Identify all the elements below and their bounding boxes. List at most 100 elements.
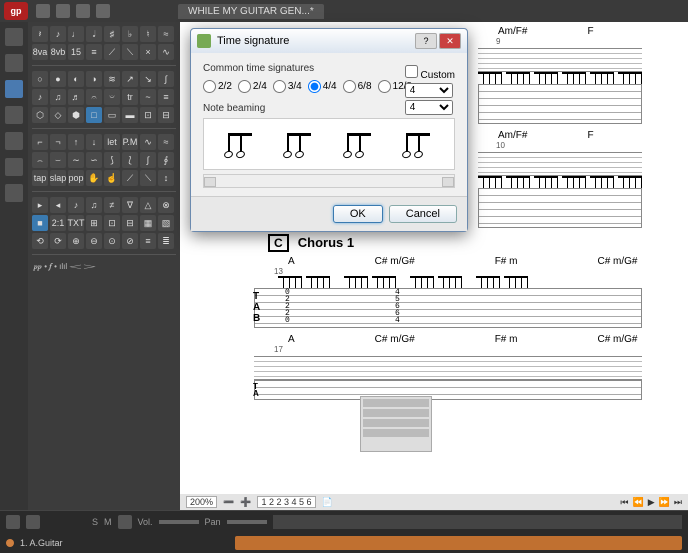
add-track-icon[interactable] bbox=[6, 515, 20, 529]
eq-icon[interactable] bbox=[118, 515, 132, 529]
tool-icon[interactable]: ▸ bbox=[32, 197, 48, 213]
tool-icon[interactable]: ≡ bbox=[158, 89, 174, 105]
tool-icon[interactable]: ≠ bbox=[104, 197, 120, 213]
tool-icon[interactable]: ≈ bbox=[158, 134, 174, 150]
tool-icon[interactable]: 𝅗𝅥 bbox=[86, 26, 102, 42]
track-thumbnail[interactable] bbox=[360, 396, 432, 452]
tool-icon[interactable]: 2:1 bbox=[50, 215, 66, 231]
tool-icon[interactable]: ~ bbox=[140, 89, 156, 105]
tool-icon[interactable]: ↓ bbox=[86, 134, 102, 150]
tool-icon[interactable]: ♪ bbox=[50, 26, 66, 42]
mic-icon[interactable] bbox=[5, 184, 23, 202]
tool-icon[interactable]: ≋ bbox=[104, 71, 120, 87]
tool-icon[interactable]: 8va bbox=[32, 44, 48, 60]
dialog-titlebar[interactable]: Time signature ? ✕ bbox=[191, 29, 467, 53]
toolbar-icon[interactable] bbox=[56, 4, 70, 18]
tool-icon[interactable]: ♭ bbox=[122, 26, 138, 42]
tool-icon[interactable]: ⌢ bbox=[32, 152, 48, 168]
forward-icon[interactable]: ⏩ bbox=[659, 497, 670, 508]
tool-icon[interactable]: ⟲ bbox=[32, 233, 48, 249]
circle-icon[interactable] bbox=[5, 158, 23, 176]
tool-icon[interactable]: ◇ bbox=[50, 107, 66, 123]
tool-icon[interactable]: ♫ bbox=[50, 89, 66, 105]
tool-icon[interactable]: ⟋ bbox=[104, 44, 120, 60]
sig-option-4-4[interactable]: 4/4 bbox=[308, 80, 337, 93]
tool-icon[interactable]: ↕ bbox=[158, 170, 174, 186]
custom-checkbox[interactable]: Custom bbox=[405, 70, 455, 81]
tool-icon[interactable]: ⊘ bbox=[122, 233, 138, 249]
zoom-in-icon[interactable]: ➕ bbox=[240, 497, 251, 508]
tool-icon[interactable]: ∼ bbox=[68, 152, 84, 168]
tool-icon[interactable]: ≣ bbox=[158, 233, 174, 249]
custom-denominator[interactable]: 4 bbox=[405, 100, 453, 115]
tool-icon[interactable]: △ bbox=[140, 197, 156, 213]
tool-icon[interactable]: ⊙ bbox=[104, 233, 120, 249]
track-name[interactable]: 1. A.Guitar bbox=[20, 538, 63, 548]
skip-fwd-icon[interactable]: ⏭ bbox=[674, 497, 682, 508]
guitar-icon[interactable] bbox=[5, 54, 23, 72]
tool-icon[interactable]: ⊞ bbox=[86, 215, 102, 231]
sig-option-2-4[interactable]: 2/4 bbox=[238, 80, 267, 93]
tool-icon[interactable]: ⟍ bbox=[140, 170, 156, 186]
tool-icon[interactable]: ⬡ bbox=[32, 107, 48, 123]
zoom-percent[interactable]: 200% bbox=[186, 496, 217, 508]
tool-icon[interactable]: ⟍ bbox=[122, 44, 138, 60]
tool-icon[interactable]: ≡ bbox=[86, 44, 102, 60]
tool-icon[interactable]: ⌣ bbox=[50, 152, 66, 168]
tool-icon[interactable]: ≡ bbox=[140, 233, 156, 249]
mute-label[interactable]: M bbox=[104, 517, 112, 527]
rewind-icon[interactable]: ⏪ bbox=[633, 497, 644, 508]
tool-icon[interactable]: slap bbox=[50, 170, 66, 186]
tool-icon[interactable]: ⊡ bbox=[140, 107, 156, 123]
sig-option-3-4[interactable]: 3/4 bbox=[273, 80, 302, 93]
tool-icon[interactable]: ∫ bbox=[140, 152, 156, 168]
tool-icon[interactable]: ∽ bbox=[86, 152, 102, 168]
chord-icon[interactable] bbox=[5, 132, 23, 150]
edit-icon[interactable] bbox=[5, 80, 23, 98]
tool-icon[interactable]: ■ bbox=[32, 215, 48, 231]
tool-icon[interactable]: ⟋ bbox=[122, 170, 138, 186]
tool-icon[interactable]: ♫ bbox=[86, 197, 102, 213]
tool-icon[interactable]: ⟅ bbox=[122, 152, 138, 168]
solo-label[interactable]: S bbox=[92, 517, 98, 527]
tool-icon[interactable]: ⟳ bbox=[50, 233, 66, 249]
custom-numerator[interactable]: 4 bbox=[405, 83, 453, 98]
tool-icon[interactable]: ∫ bbox=[158, 71, 174, 87]
tool-icon[interactable]: ♬ bbox=[68, 89, 84, 105]
tool-icon[interactable]: ∿ bbox=[140, 134, 156, 150]
beaming-scrollbar[interactable] bbox=[203, 174, 455, 188]
note-icon[interactable] bbox=[5, 28, 23, 46]
tool-icon[interactable]: ⊗ bbox=[158, 197, 174, 213]
tool-icon[interactable]: ⊟ bbox=[122, 215, 138, 231]
tool-icon[interactable]: ▬ bbox=[122, 107, 138, 123]
sig-option-6-8[interactable]: 6/8 bbox=[343, 80, 372, 93]
tool-icon[interactable]: ↘ bbox=[140, 71, 156, 87]
tool-icon[interactable]: ¬ bbox=[50, 134, 66, 150]
tool-icon[interactable]: ☝ bbox=[104, 170, 120, 186]
tool-icon[interactable]: 8vb bbox=[50, 44, 66, 60]
page-indicator[interactable]: 1 2 2 3 4 5 6 bbox=[257, 496, 315, 508]
toolbar-icon[interactable] bbox=[96, 4, 110, 18]
tool-icon[interactable]: ○ bbox=[32, 71, 48, 87]
tool-icon[interactable]: 𝄽 bbox=[32, 26, 48, 42]
tool-icon[interactable]: tr bbox=[122, 89, 138, 105]
tool-icon[interactable]: × bbox=[140, 44, 156, 60]
skip-back-icon[interactable]: ⏮ bbox=[620, 497, 628, 508]
cancel-button[interactable]: Cancel bbox=[389, 205, 457, 223]
tool-icon[interactable]: 15 bbox=[68, 44, 84, 60]
tool-icon[interactable]: □ bbox=[86, 107, 102, 123]
tool-icon[interactable]: ↑ bbox=[68, 134, 84, 150]
timeline-ruler[interactable] bbox=[273, 515, 682, 529]
tool-icon[interactable]: ♯ bbox=[104, 26, 120, 42]
toolbar-icon[interactable] bbox=[36, 4, 50, 18]
tool-icon[interactable]: ∮ bbox=[158, 152, 174, 168]
track-clip[interactable] bbox=[235, 536, 682, 550]
tool-icon[interactable]: TXT bbox=[68, 215, 84, 231]
amp-icon[interactable] bbox=[5, 106, 23, 124]
tool-icon[interactable]: ⊟ bbox=[158, 107, 174, 123]
tool-icon[interactable]: ∿ bbox=[158, 44, 174, 60]
tool-icon[interactable]: ⌐ bbox=[32, 134, 48, 150]
tool-icon[interactable]: ♪ bbox=[68, 197, 84, 213]
tool-icon[interactable]: ♩ bbox=[68, 26, 84, 42]
tool-icon[interactable]: ⊡ bbox=[104, 215, 120, 231]
